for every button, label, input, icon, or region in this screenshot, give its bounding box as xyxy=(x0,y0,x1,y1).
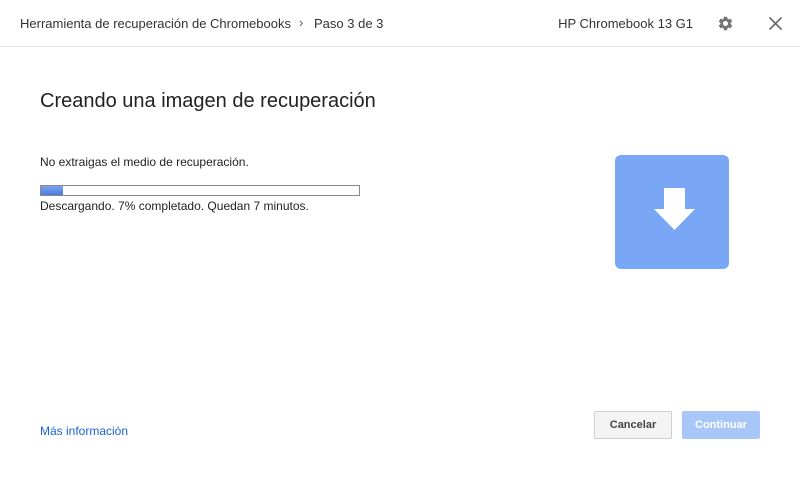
breadcrumb-separator: › xyxy=(299,15,304,30)
close-icon[interactable] xyxy=(768,16,783,31)
more-info-link[interactable]: Más información xyxy=(40,424,128,438)
download-progress-bar xyxy=(40,185,360,196)
breadcrumb-app-name: Herramienta de recuperación de Chromeboo… xyxy=(20,16,291,31)
download-arrow-icon xyxy=(615,155,729,269)
breadcrumb-step: Paso 3 de 3 xyxy=(314,16,384,31)
progress-status-text: Descargando. 7% completado. Quedan 7 min… xyxy=(40,199,309,213)
recovery-tool-window: Herramienta de recuperación de Chromeboo… xyxy=(0,0,800,480)
header-bar: Herramienta de recuperación de Chromeboo… xyxy=(0,0,800,47)
instruction-text: No extraigas el medio de recuperación. xyxy=(40,155,249,169)
cancel-button[interactable]: Cancelar xyxy=(594,411,672,439)
device-name: HP Chromebook 13 G1 xyxy=(558,16,693,31)
progress-fill xyxy=(41,186,64,195)
gear-icon[interactable] xyxy=(717,15,734,32)
continue-button[interactable]: Continuar xyxy=(682,411,760,439)
page-title: Creando una imagen de recuperación xyxy=(40,90,376,112)
